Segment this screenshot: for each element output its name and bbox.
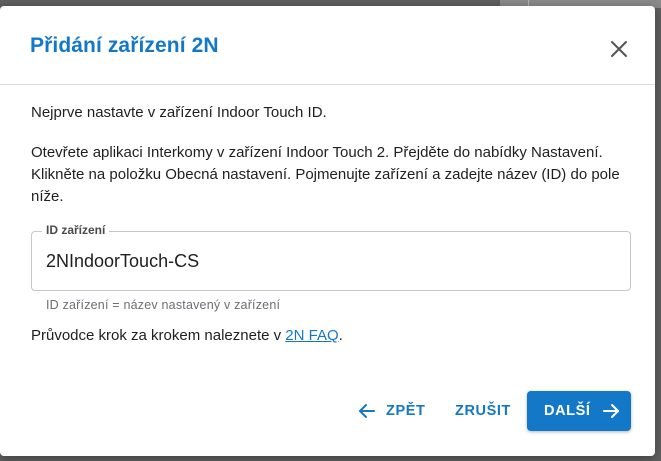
faq-suffix: . xyxy=(338,327,343,344)
cancel-button[interactable]: ZRUŠIT xyxy=(455,391,511,431)
device-id-label: ID zařízení xyxy=(42,223,110,237)
next-button[interactable]: DALŠÍ xyxy=(527,391,631,431)
back-button[interactable]: ZPĚT xyxy=(358,391,425,431)
faq-text: Průvodce krok za krokem naleznete v 2N F… xyxy=(31,327,343,344)
add-device-dialog: Přidání zařízení 2N Nejprve nastavte v z… xyxy=(0,6,655,456)
device-id-helper-text: ID zařízení = název nastavený v zařízení xyxy=(46,298,281,312)
instructions-text: Otevřete aplikaci Interkomy v zařízení I… xyxy=(31,144,620,205)
close-icon xyxy=(608,38,630,60)
arrow-left-icon xyxy=(358,403,376,419)
next-button-label: DALŠÍ xyxy=(544,403,591,419)
device-id-field[interactable]: ID zařízení xyxy=(31,223,631,291)
close-button[interactable] xyxy=(608,38,630,60)
dialog-body: Nejprve nastavte v zařízení Indoor Touch… xyxy=(31,102,631,208)
faq-prefix: Průvodce krok za krokem naleznete v xyxy=(31,327,286,344)
intro-text: Nejprve nastavte v zařízení Indoor Touch… xyxy=(31,104,327,121)
device-id-input[interactable] xyxy=(46,246,616,276)
dialog-title: Přidání zařízení 2N xyxy=(30,34,219,57)
dialog-header: Přidání zařízení 2N xyxy=(0,6,655,85)
arrow-right-icon xyxy=(602,403,620,419)
faq-link[interactable]: 2N FAQ xyxy=(285,327,338,344)
back-button-label: ZPĚT xyxy=(386,403,426,419)
cancel-button-label: ZRUŠIT xyxy=(455,403,511,419)
